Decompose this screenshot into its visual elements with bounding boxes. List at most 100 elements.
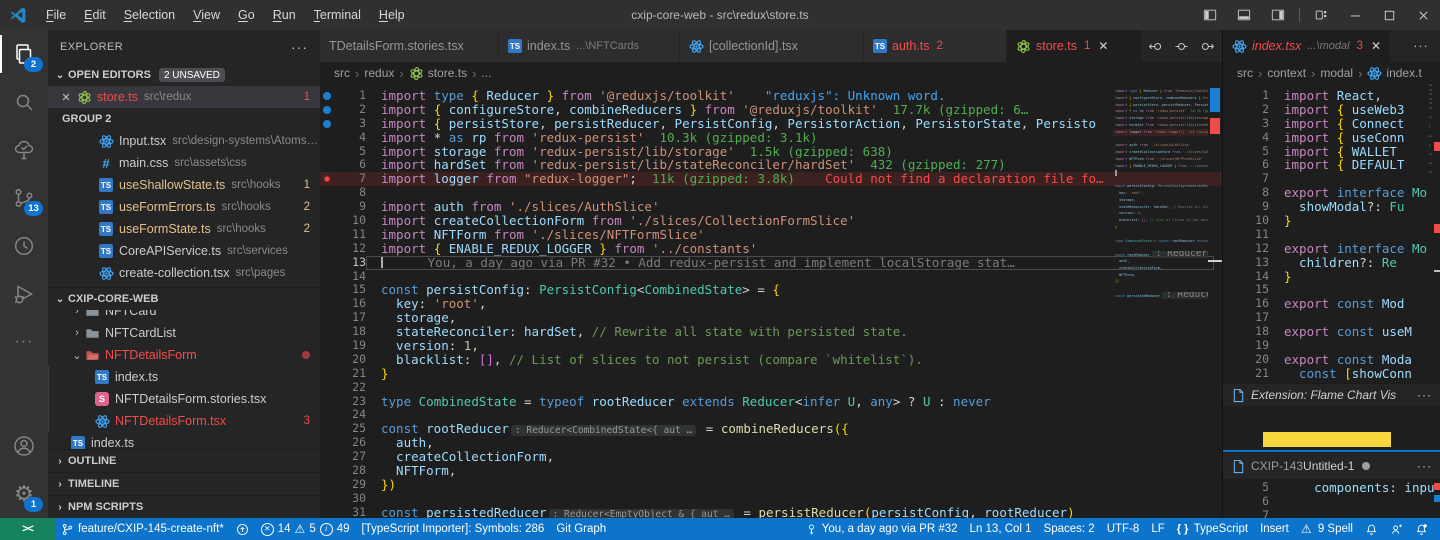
breadcrumb-item[interactable]: modal <box>1320 66 1353 80</box>
gutter[interactable] <box>320 131 334 145</box>
gutter[interactable] <box>1223 297 1237 311</box>
tab--collectionid-tsx[interactable]: [collectionId].tsx <box>680 30 864 62</box>
gutter[interactable] <box>1223 495 1237 509</box>
status-notifications[interactable] <box>1409 518 1434 540</box>
gutter[interactable] <box>320 186 334 200</box>
gutter[interactable] <box>1223 270 1237 284</box>
activity-timeline[interactable] <box>0 222 48 270</box>
gutter[interactable] <box>1223 228 1237 242</box>
close-icon[interactable]: ✕ <box>56 91 76 104</box>
gutter[interactable] <box>1223 214 1237 228</box>
activity-search[interactable] <box>0 78 48 126</box>
gutter[interactable] <box>1223 89 1237 103</box>
tree-item-nftdetailsform-tsx[interactable]: NFTDetailsForm.tsx 3 <box>48 410 320 432</box>
status-cursor-position[interactable]: Ln 13, Col 1 <box>964 518 1038 540</box>
gutter[interactable] <box>320 89 334 103</box>
open-editor-item-store-ts[interactable]: ✕ store.ts src\redux 1 <box>48 86 320 108</box>
nav-forward-icon[interactable] <box>1194 33 1220 59</box>
menu-selection[interactable]: Selection <box>115 0 184 30</box>
gutter[interactable] <box>320 214 334 228</box>
tab-tdetailsform-stories-tsx[interactable]: TDetailsForm.stories.tsx <box>320 30 499 62</box>
gutter[interactable] <box>320 436 334 450</box>
gutter[interactable] <box>1223 145 1237 159</box>
gutter[interactable] <box>1223 242 1237 256</box>
menu-go[interactable]: Go <box>229 0 264 30</box>
breadcrumb-item[interactable]: src <box>1237 66 1253 80</box>
status-blame[interactable]: You, a day ago via PR #32 <box>799 518 964 540</box>
minimap[interactable]: import type { Reducer } from '@reduxjs/t… <box>1113 88 1208 313</box>
gutter[interactable] <box>320 408 334 422</box>
remote-indicator[interactable]: >< <box>0 518 55 540</box>
toggle-panel-icon[interactable] <box>1227 0 1261 30</box>
status-ts-importer[interactable]: [TypeScript Importer]: Symbols: 286 <box>356 518 551 540</box>
gutter[interactable] <box>320 464 334 478</box>
tree-item-nftdetailsform-stories-tsx[interactable]: S NFTDetailsForm.stories.tsx <box>48 388 320 410</box>
status-eol[interactable]: LF <box>1145 518 1170 540</box>
gutter[interactable] <box>320 200 334 214</box>
pane-more-actions-icon[interactable]: ··· <box>1411 459 1432 473</box>
tree-item-nftcard[interactable]: › NFTCard <box>48 310 320 322</box>
nav-dot-icon[interactable] <box>1168 33 1194 59</box>
gutter[interactable] <box>320 158 334 172</box>
gutter[interactable] <box>320 145 334 159</box>
open-editor-item-coreapiservice-ts[interactable]: TS CoreAPIService.ts src\services <box>48 240 320 262</box>
gutter[interactable] <box>1223 339 1237 353</box>
gutter[interactable] <box>320 103 334 117</box>
gutter[interactable] <box>1223 158 1237 172</box>
section-npm-scripts[interactable]: › NPM SCRIPTS <box>48 495 320 518</box>
activity-more-views[interactable]: ··· <box>0 318 48 366</box>
activity-source-control[interactable]: 13 <box>0 174 48 222</box>
gutter[interactable] <box>320 395 334 409</box>
open-editor-item-useshallowstate-ts[interactable]: TS useShallowState.ts src\hooks 1 <box>48 174 320 196</box>
sidebar-more-actions-icon[interactable]: ··· <box>291 39 308 55</box>
section-timeline[interactable]: › TIMELINE <box>48 472 320 495</box>
activity-account[interactable] <box>0 422 48 470</box>
minimize-button[interactable] <box>1338 0 1372 30</box>
gutter[interactable] <box>320 311 334 325</box>
gutter[interactable] <box>320 172 334 186</box>
breadcrumb-item[interactable]: store.ts <box>428 66 467 80</box>
section-outline[interactable]: › OUTLINE <box>48 449 320 472</box>
gutter[interactable] <box>1223 172 1237 186</box>
gutter[interactable] <box>1223 367 1237 381</box>
gutter[interactable] <box>320 256 334 270</box>
menu-view[interactable]: View <box>184 0 229 30</box>
gutter[interactable] <box>320 270 334 284</box>
gutter[interactable] <box>320 381 334 395</box>
tab-index-tsx[interactable]: index.tsx ...\modal 3 ✕ <box>1223 30 1391 62</box>
menu-help[interactable]: Help <box>370 0 414 30</box>
gutter[interactable] <box>320 228 334 242</box>
breadcrumb-item[interactable]: src <box>334 66 350 80</box>
right-more-actions-icon[interactable]: ··· <box>1408 33 1434 59</box>
gutter[interactable] <box>320 325 334 339</box>
breadcrumb-item[interactable]: index.t <box>1386 66 1421 80</box>
gutter[interactable] <box>320 422 334 436</box>
nav-back-icon[interactable] <box>1142 33 1168 59</box>
main-code-editor[interactable]: 1 import type { Reducer } from '@reduxjs/… <box>320 84 1222 518</box>
tab-index-ts[interactable]: TS index.ts ...\NFTCards <box>499 30 680 62</box>
menu-file[interactable]: File <box>37 0 75 30</box>
gutter[interactable] <box>1223 131 1237 145</box>
status-spell-checker[interactable]: ⚠ 9 Spell <box>1295 518 1359 540</box>
open-editors-header[interactable]: ⌄ OPEN EDITORS 2 UNSAVED <box>48 64 320 86</box>
gutter[interactable] <box>1223 353 1237 367</box>
status-git-graph[interactable]: Git Graph <box>550 518 612 540</box>
open-editor-item-create-collection-tsx[interactable]: create-collection.tsx src\pages <box>48 262 320 284</box>
gutter[interactable] <box>320 242 334 256</box>
customize-layout-icon[interactable] <box>1304 0 1338 30</box>
status-editor-mode[interactable]: Insert <box>1254 518 1295 540</box>
tree-item-index-ts[interactable]: TS index.ts <box>48 366 320 388</box>
gutter[interactable] <box>1223 311 1237 325</box>
status-encoding[interactable]: UTF-8 <box>1101 518 1146 540</box>
gutter[interactable] <box>1223 256 1237 270</box>
flame-chart-pane-header[interactable]: Extension: Flame Chart Vis ··· <box>1223 383 1440 406</box>
status-publish[interactable] <box>230 518 255 540</box>
menu-edit[interactable]: Edit <box>75 0 115 30</box>
right-code-editor[interactable]: 1 import React, 2 import { useWeb3 3 import {… <box>1223 84 1440 383</box>
gutter[interactable] <box>320 353 334 367</box>
gutter[interactable] <box>320 339 334 353</box>
status-alerts[interactable] <box>1359 518 1384 540</box>
activity-todo-tree[interactable] <box>0 126 48 174</box>
tree-item-nftcardlist[interactable]: › NFTCardList <box>48 322 320 344</box>
gutter[interactable] <box>320 506 334 518</box>
